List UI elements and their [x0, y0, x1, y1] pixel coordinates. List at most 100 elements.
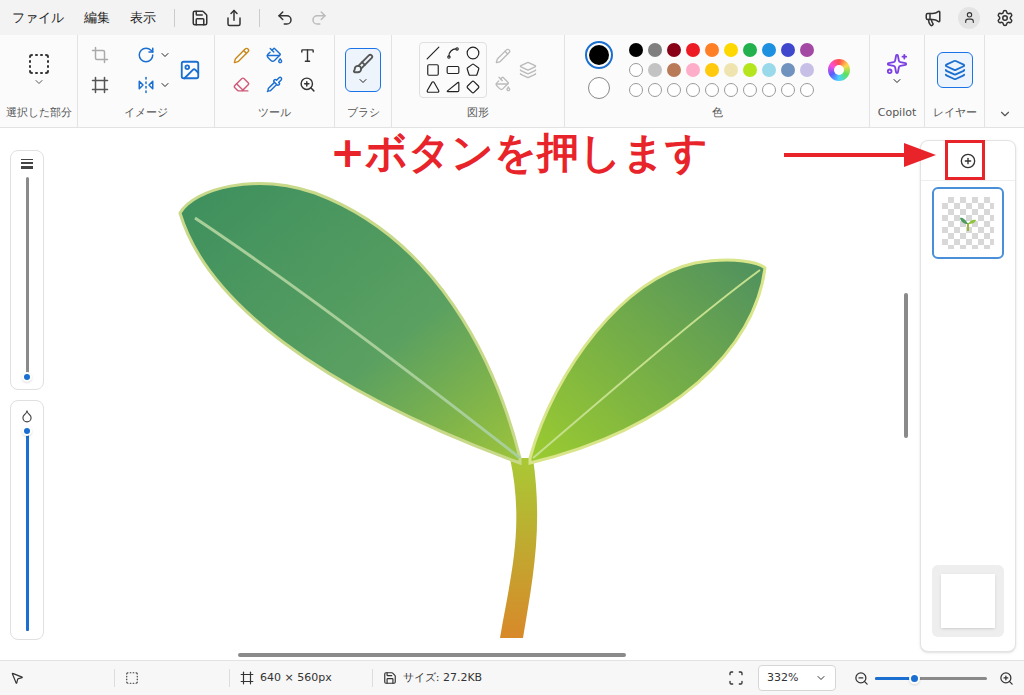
color-swatch[interactable] [629, 43, 643, 57]
color-swatch[interactable] [629, 63, 643, 77]
primary-color[interactable] [585, 41, 613, 69]
account-button[interactable] [958, 7, 980, 29]
shapes-gallery[interactable] [419, 42, 487, 98]
image-creator-icon[interactable] [179, 59, 201, 81]
selection-size-icon [125, 671, 139, 685]
collapse-ribbon-icon[interactable] [998, 107, 1012, 121]
crop-icon[interactable] [91, 46, 109, 64]
color-swatch[interactable] [705, 83, 719, 97]
curve-icon[interactable] [446, 46, 460, 60]
color-swatch[interactable] [724, 43, 738, 57]
color-swatch[interactable] [705, 63, 719, 77]
color-swatch[interactable] [686, 63, 700, 77]
color-swatch[interactable] [781, 83, 795, 97]
secondary-color[interactable] [588, 77, 610, 99]
size-slider[interactable] [21, 177, 33, 381]
ribbon-group: 選択した部分 [0, 35, 78, 127]
brush-button[interactable] [345, 48, 381, 92]
add-layer-icon[interactable] [960, 153, 976, 169]
outline-icon[interactable] [495, 48, 511, 64]
ribbon-group-label: ツール [258, 105, 291, 128]
layers-button[interactable] [937, 52, 973, 88]
zoom-out-icon[interactable] [854, 671, 869, 686]
color-palette [629, 43, 814, 97]
scroll-thumb[interactable] [904, 293, 908, 438]
triangle-icon[interactable] [426, 80, 440, 94]
text-icon[interactable] [299, 47, 316, 64]
shape-fill-icon[interactable] [495, 76, 511, 92]
zoom-dropdown[interactable]: 332% [758, 665, 836, 691]
rotate-icon[interactable] [137, 46, 155, 64]
zoom-in-icon[interactable] [999, 671, 1014, 686]
menu-item[interactable]: 表示 [128, 8, 158, 28]
vertical-scrollbar[interactable] [900, 128, 912, 650]
picker-icon[interactable] [266, 76, 283, 93]
color-swatch[interactable] [648, 43, 662, 57]
undo-icon[interactable] [276, 9, 294, 27]
color-swatch[interactable] [648, 63, 662, 77]
diamond-icon[interactable] [466, 80, 480, 94]
feedback-icon[interactable] [924, 9, 942, 27]
side-sliders [0, 128, 55, 660]
horizontal-scrollbar[interactable] [55, 650, 912, 660]
color-swatch[interactable] [800, 83, 814, 97]
share-icon[interactable] [225, 9, 243, 27]
color-swatch[interactable] [762, 83, 776, 97]
canvas-size: 640 × 560px [260, 670, 332, 687]
menu-item[interactable]: ファイル [10, 8, 66, 28]
color-swatch[interactable] [800, 63, 814, 77]
layer-thumbnail[interactable] [932, 187, 1004, 259]
fit-icon[interactable] [728, 670, 744, 686]
zoom-thumb[interactable] [909, 673, 920, 684]
color-swatch[interactable] [648, 83, 662, 97]
canvas[interactable] [55, 128, 900, 650]
slider-thumb[interactable] [22, 372, 32, 382]
opacity-slider[interactable] [21, 431, 33, 631]
color-swatch[interactable] [800, 43, 814, 57]
color-swatch[interactable] [705, 43, 719, 57]
color-swatch[interactable] [724, 83, 738, 97]
flip-icon[interactable] [137, 76, 155, 94]
color-swatch[interactable] [762, 43, 776, 57]
menu-item[interactable]: 編集 [82, 8, 112, 28]
zoom-slider[interactable] [875, 672, 987, 684]
custom-color-button[interactable] [828, 59, 850, 81]
resize-icon[interactable] [91, 76, 109, 94]
ribbon-group-label: 図形 [467, 105, 489, 128]
redo-icon[interactable] [310, 9, 328, 27]
color-swatch[interactable] [686, 43, 700, 57]
color-swatch[interactable] [743, 83, 757, 97]
ribbon-group: ツール [215, 35, 335, 127]
color-swatch[interactable] [781, 63, 795, 77]
select-button[interactable] [27, 52, 51, 88]
color-swatch[interactable] [667, 83, 681, 97]
right-triangle-icon[interactable] [446, 80, 460, 94]
oval-icon[interactable] [466, 46, 480, 60]
color-swatch[interactable] [667, 43, 681, 57]
scroll-thumb[interactable] [238, 653, 626, 657]
color-swatch[interactable] [667, 63, 681, 77]
color-swatch[interactable] [762, 63, 776, 77]
paint-window: ファイル編集表示選択した部分イメージツールブラシ図形色Copilotレイヤー64… [0, 0, 1024, 695]
polygon-icon[interactable] [466, 63, 480, 77]
slider-thumb[interactable] [22, 426, 32, 436]
size-icon[interactable] [519, 61, 537, 79]
color-swatch[interactable] [743, 43, 757, 57]
pencil-icon[interactable] [233, 47, 250, 64]
color-swatch[interactable] [743, 63, 757, 77]
eraser-icon[interactable] [233, 76, 250, 93]
color-swatch[interactable] [686, 83, 700, 97]
settings-icon[interactable] [996, 9, 1014, 27]
color-swatch[interactable] [629, 83, 643, 97]
fill-icon[interactable] [266, 47, 283, 64]
color-swatch[interactable] [724, 63, 738, 77]
color-swatch[interactable] [781, 43, 795, 57]
rounded-rect-icon[interactable] [446, 63, 460, 77]
line-icon[interactable] [426, 46, 440, 60]
save-icon[interactable] [191, 9, 209, 27]
rect-icon[interactable] [426, 63, 440, 77]
copilot-button[interactable] [886, 53, 908, 87]
layer-thumbnail[interactable] [932, 565, 1004, 637]
chevron-icon [33, 76, 45, 88]
magnifier-icon[interactable] [299, 76, 316, 93]
